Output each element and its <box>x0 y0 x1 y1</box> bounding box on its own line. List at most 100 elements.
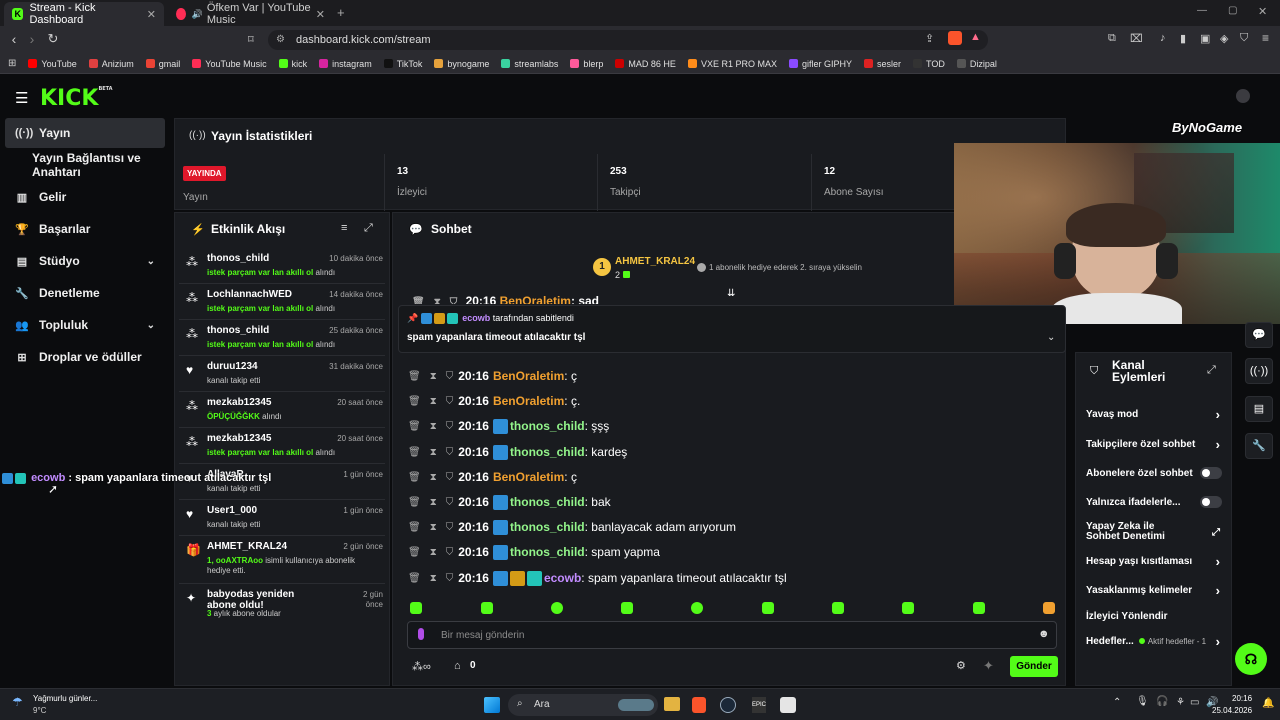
channel-action-8[interactable]: Hedefler... Aktif hedefler - 1 › <box>1086 627 1226 655</box>
sidebar-item-denetleme[interactable]: 🔧 Denetleme <box>5 278 165 308</box>
music-icon[interactable]: ♪ <box>1160 32 1166 44</box>
close-icon[interactable]: ✕ <box>316 8 325 21</box>
reload-icon[interactable]: ↻ <box>43 31 63 47</box>
support-icon[interactable]: ☊ <box>1235 643 1267 675</box>
ban-icon[interactable]: ⛉ <box>446 447 454 458</box>
channel-action-7[interactable]: İzleyici Yönlendir <box>1086 602 1226 630</box>
taskbar-search[interactable]: ⌕ Ara <box>508 694 658 716</box>
chat-user[interactable]: thonos_child <box>510 520 585 534</box>
emote-icon[interactable] <box>902 602 914 614</box>
activity-event[interactable]: ♥ duruu1234 kanalı takip etti 31 dakika önc… <box>179 357 385 392</box>
bookmark-icon[interactable]: ⌑ <box>248 33 254 46</box>
delete-icon[interactable]: 🗑 <box>408 497 421 508</box>
channel-action-5[interactable]: Hesap yaşı kısıtlaması › <box>1086 547 1226 575</box>
chat-message[interactable]: 🗑 ⧗ ⛉ 20:16 thonos_child: şşş <box>408 416 609 436</box>
toggle-switch[interactable] <box>1200 467 1222 479</box>
delete-icon[interactable]: 🗑 <box>408 522 421 533</box>
bookmark-item[interactable]: VXE R1 PRO MAX <box>687 59 777 69</box>
emote-icon[interactable] <box>973 602 985 614</box>
chat-user[interactable]: thonos_child <box>510 495 585 509</box>
brave-taskbar-icon[interactable] <box>692 697 706 713</box>
vpn-icon[interactable]: ⛉ <box>1240 32 1248 45</box>
sidebar-item-droplar-ve-d-ller[interactable]: ⊞ Droplar ve ödüller <box>5 342 165 372</box>
chat-message[interactable]: 🗑 ⧗ ⛉ 20:16 thonos_child: banlayacak adam ar… <box>408 517 736 537</box>
steam-icon[interactable] <box>720 697 736 713</box>
activity-event[interactable]: 🎁 AHMET_KRAL24 1, ooAXTRAoo isimli kullanı… <box>179 537 385 584</box>
settings-gear-icon[interactable]: ⚙ <box>956 659 966 672</box>
timeout-icon[interactable]: ⧗ <box>430 371 437 382</box>
menu-icon[interactable]: ≡ <box>1262 31 1269 45</box>
headset-tray-icon[interactable]: 🎧 <box>1156 696 1168 707</box>
windows-start-icon[interactable] <box>484 697 500 713</box>
bookmark-item[interactable]: Anizium <box>88 59 134 69</box>
delete-icon[interactable]: 🗑 <box>408 573 421 584</box>
bookmark-item[interactable]: bynogame <box>434 59 489 69</box>
top-gifter-name[interactable]: AHMET_KRAL24 <box>615 256 695 267</box>
ban-icon[interactable]: ⛉ <box>446 472 454 483</box>
ban-icon[interactable]: ⛉ <box>446 497 454 508</box>
tray-app-icon[interactable]: ⚘ <box>1176 697 1185 708</box>
avatar[interactable] <box>1236 89 1250 103</box>
send-button[interactable]: Gönder <box>1010 656 1058 677</box>
activity-event[interactable]: ⁂ thonos_child istek parçam var lan akıllı… <box>179 321 385 356</box>
sidebar-item-st-dyo[interactable]: ▤ Stüdyo ⌄ <box>5 246 165 276</box>
pinned-message[interactable]: 📌 ecowb tarafından sabitlendi spam yapan… <box>398 305 1066 353</box>
timeout-icon[interactable]: ⧗ <box>430 472 437 483</box>
activity-event[interactable]: ✦ babyodas yeniden abone oldu! 3 aylık abo… <box>179 585 385 635</box>
activity-event[interactable]: ♥ User1_000 kanalı takip etti 1 gün önce <box>179 501 385 536</box>
timeout-icon[interactable]: ⧗ <box>430 522 437 533</box>
network-icon[interactable]: ▭ <box>1190 697 1199 708</box>
chat-user[interactable]: BenOraletim <box>493 394 564 408</box>
activity-event[interactable]: ⁂ thonos_child istek parçam var lan akıllı… <box>179 249 385 284</box>
mic-tray-icon[interactable]: 🎙 <box>1136 696 1149 707</box>
ban-icon[interactable]: ⛉ <box>446 522 454 533</box>
delete-icon[interactable]: 🗑 <box>408 447 421 458</box>
weather-title[interactable]: Yağmurlu günler... <box>33 694 97 703</box>
brave-shield-icon[interactable] <box>948 31 962 45</box>
wallet-icon[interactable]: ▣ <box>1200 32 1210 45</box>
close-icon[interactable]: ✕ <box>147 8 156 21</box>
chat-mod-icon[interactable]: ✦ <box>983 658 994 674</box>
chat-message[interactable]: 🗑 ⧗ ⛉ 20:16 BenOraletim: ç <box>408 467 577 487</box>
bookmark-item[interactable]: gifler GIPHY <box>788 59 852 69</box>
emoji-icon[interactable]: ☻ <box>1038 628 1050 640</box>
new-tab-icon[interactable]: + <box>337 5 345 20</box>
wrench-rail-icon[interactable]: 🔧 <box>1245 433 1273 459</box>
bookmark-item[interactable]: MAD 86 HE <box>615 59 676 69</box>
url-input[interactable]: ⚙ dashboard.kick.com/stream <box>268 30 988 50</box>
chevron-down-icon[interactable]: ⌄ <box>1047 332 1055 343</box>
store-icon[interactable]: ⌂ <box>454 660 461 672</box>
chat-message[interactable]: 🗑 ⧗ ⛉ 20:16 BenOraletim: ç. <box>408 391 580 411</box>
tab-kick-dashboard[interactable]: K Stream - Kick Dashboard ✕ <box>4 2 164 26</box>
bookmark-item[interactable]: instagram <box>319 59 372 69</box>
toggle-switch[interactable] <box>1200 496 1222 508</box>
maximize-icon[interactable]: ▢ <box>1228 5 1237 16</box>
activity-event[interactable]: ⁂ mezkab12345 istek parçam var lan akıllı … <box>179 429 385 464</box>
channel-action-4[interactable]: Yapay Zeka ile Sohbet Denetimi ⤢ <box>1086 518 1226 546</box>
chat-message[interactable]: 🗑 ⧗ ⛉ 20:16 thonos_child: bak <box>408 492 611 512</box>
timeout-icon[interactable]: ⧗ <box>430 497 437 508</box>
back-icon[interactable]: ‹ <box>4 31 24 47</box>
epic-games-icon[interactable]: EPIC <box>752 697 766 713</box>
popout-icon[interactable]: ⤢ <box>1207 364 1216 377</box>
filter-icon[interactable]: ≡ <box>341 222 347 234</box>
delete-icon[interactable]: 🗑 <box>408 371 421 382</box>
emote-icon[interactable] <box>481 602 493 614</box>
sidebar-item-gelir[interactable]: ▥ Gelir <box>5 182 165 212</box>
bookmark-item[interactable]: blerp <box>570 59 603 69</box>
tab-youtube-music[interactable]: 🔊 Öfkem Var | YouTube Music ✕ <box>168 2 333 26</box>
delete-icon[interactable]: 🗑 <box>408 396 421 407</box>
leo-icon[interactable]: ◈ <box>1220 32 1228 45</box>
screenshot-icon[interactable]: ⌧ <box>1130 32 1143 45</box>
chevron-up-icon[interactable]: ⌃ <box>1113 697 1121 708</box>
minimize-icon[interactable]: — <box>1197 5 1207 16</box>
extensions-icon[interactable]: ⧉ <box>1108 32 1116 45</box>
sidebar-item-ba-ar-lar[interactable]: 🏆 Başarılar <box>5 214 165 244</box>
mic-icon[interactable] <box>418 628 424 640</box>
channel-action-1[interactable]: Takipçilere özel sohbet › <box>1086 430 1226 458</box>
bookmark-item[interactable]: gmail <box>145 59 180 69</box>
timeout-icon[interactable]: ⧗ <box>430 547 437 558</box>
emote-icon[interactable] <box>762 602 774 614</box>
popout-icon[interactable]: ⤢ <box>364 222 373 235</box>
timeout-icon[interactable]: ⧗ <box>430 573 437 584</box>
